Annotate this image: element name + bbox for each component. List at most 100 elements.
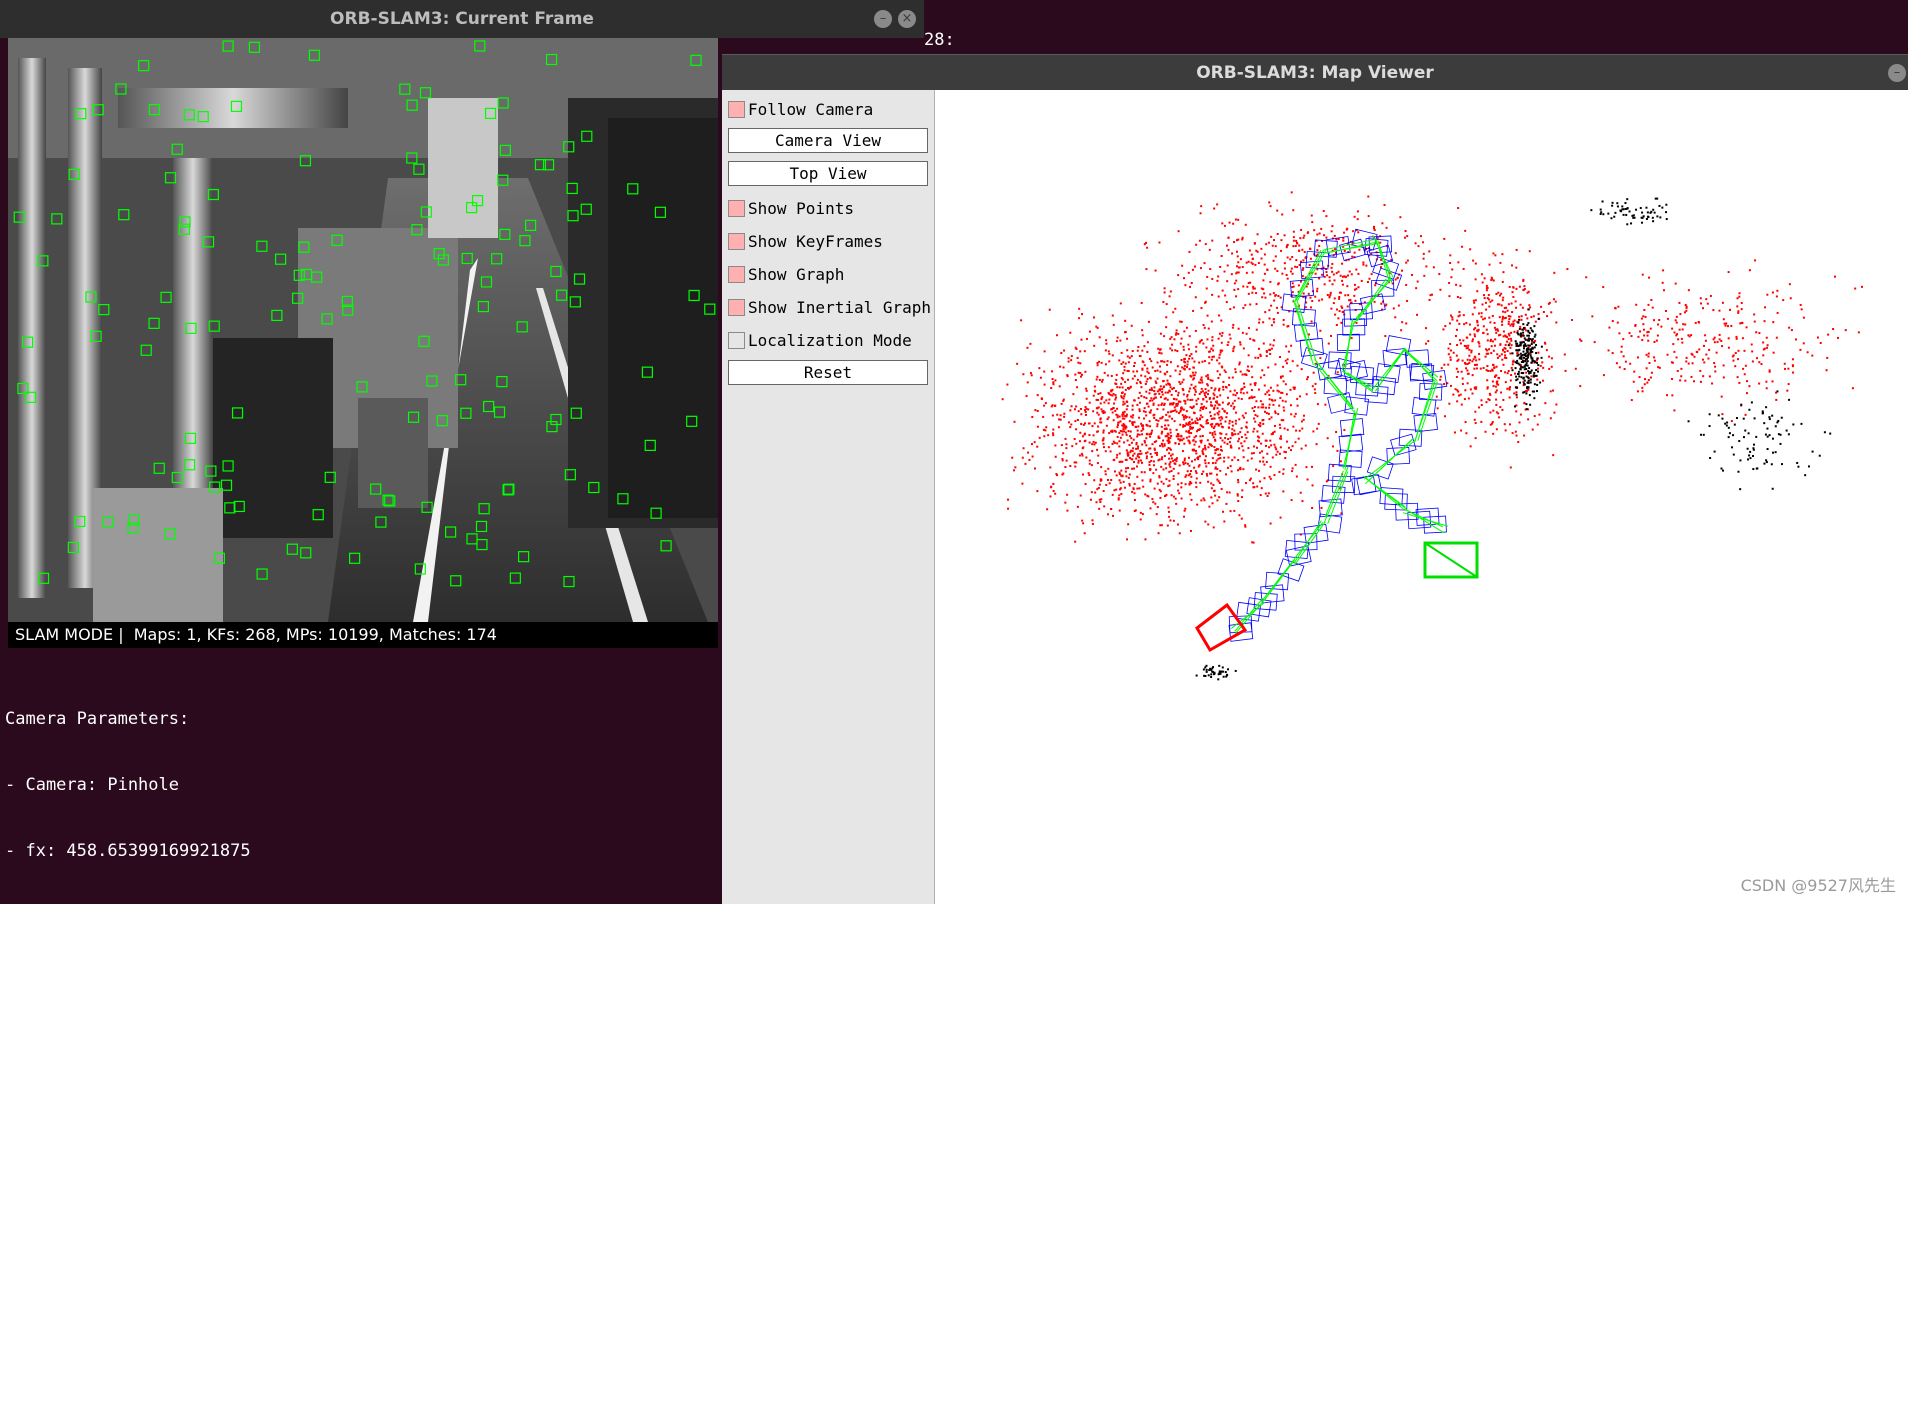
map-viewer-titlebar[interactable]: ORB-SLAM3: Map Viewer – [722, 54, 1908, 91]
map-point [1449, 262, 1452, 265]
control-panel: Follow Camera Camera View Top View Show … [722, 90, 935, 904]
show-keyframes-toggle[interactable]: Show KeyFrames [728, 230, 883, 252]
map-point [1281, 213, 1284, 216]
map-point [1344, 294, 1347, 297]
map-point [1425, 265, 1428, 268]
map-point [1145, 414, 1148, 417]
follow-camera-toggle[interactable]: Follow Camera [728, 98, 873, 120]
map-point [1239, 258, 1242, 261]
map-point [1220, 445, 1223, 448]
map-point [1151, 498, 1154, 501]
minimize-button[interactable]: – [874, 10, 892, 28]
map-point [1140, 374, 1143, 377]
map-point [1058, 385, 1061, 388]
map-point [1644, 315, 1647, 318]
map-point [1222, 385, 1225, 388]
map-canvas[interactable] [935, 90, 1908, 904]
map-point [1016, 362, 1019, 365]
show-graph-toggle[interactable]: Show Graph [728, 263, 844, 285]
map-point [1676, 370, 1679, 373]
map-point [1148, 420, 1151, 423]
active-map-point [1531, 390, 1534, 393]
map-point [1166, 360, 1169, 363]
map-point [1318, 299, 1321, 302]
map-point [1499, 406, 1502, 409]
map-point [1343, 249, 1346, 252]
map-point [1252, 430, 1255, 433]
active-map-point [1733, 423, 1736, 426]
map-point [1184, 483, 1187, 486]
map-point [1449, 356, 1452, 359]
map-point [1219, 419, 1222, 422]
param-line: - fps: 20 [5, 1369, 98, 1389]
map-point [1262, 406, 1265, 409]
map-point [1131, 467, 1134, 470]
map-point [1645, 367, 1648, 370]
current-frame-titlebar[interactable]: ORB-SLAM3: Current Frame – × [0, 0, 924, 38]
map-point [1660, 325, 1663, 328]
map-point [1350, 301, 1353, 304]
map-point [1168, 470, 1171, 473]
reset-button[interactable]: Reset [728, 360, 928, 385]
map-point [1570, 318, 1573, 321]
map-point [1220, 449, 1223, 452]
map-point [1074, 373, 1077, 376]
map-point [1093, 443, 1096, 446]
map-point [1232, 323, 1235, 326]
map-point [1738, 295, 1741, 298]
map-point [1284, 457, 1287, 460]
map-point [1700, 302, 1703, 305]
map-point [1177, 333, 1180, 336]
active-map-point [1522, 391, 1525, 394]
map-point [1092, 410, 1095, 413]
map-point [1593, 341, 1596, 344]
map-point [1215, 459, 1218, 462]
active-map-point [1818, 454, 1821, 457]
map-point [1405, 283, 1408, 286]
map-point [1510, 339, 1513, 342]
map-point [1647, 355, 1650, 358]
map-point [1531, 428, 1534, 431]
map-point [1036, 394, 1039, 397]
watermark: CSDN @9527风先生 [1740, 876, 1896, 895]
map-point [1794, 338, 1797, 341]
camera-view-button[interactable]: Camera View [728, 128, 928, 153]
map-point [1116, 414, 1119, 417]
active-map-point [1519, 334, 1522, 337]
show-points-toggle[interactable]: Show Points [728, 197, 854, 219]
map-point [1285, 440, 1288, 443]
map-point [1180, 486, 1183, 489]
map-point [1104, 473, 1107, 476]
map-point [1126, 538, 1129, 541]
map-point [1192, 374, 1195, 377]
close-button[interactable]: × [898, 10, 916, 28]
map-point [1140, 386, 1143, 389]
map-point [1155, 382, 1158, 385]
show-inertial-graph-toggle[interactable]: Show Inertial Graph [728, 296, 931, 318]
map-point [1271, 399, 1274, 402]
map-3d-view[interactable] [935, 90, 1908, 904]
map-point [1701, 307, 1704, 310]
map-point [1502, 398, 1505, 401]
map-point [1263, 272, 1266, 275]
map-point [1188, 390, 1191, 393]
map-point [1675, 356, 1678, 359]
map-point [1195, 472, 1198, 475]
minimize-button[interactable]: – [1888, 64, 1906, 82]
active-map-point [1205, 670, 1208, 673]
map-point [1026, 346, 1029, 349]
map-point [1093, 385, 1096, 388]
map-point [1282, 472, 1285, 475]
map-point [1502, 271, 1505, 274]
map-point [1213, 413, 1216, 416]
map-point [1214, 452, 1217, 455]
top-view-button[interactable]: Top View [728, 161, 928, 186]
map-point [1115, 373, 1118, 376]
map-point [1425, 327, 1428, 330]
map-point [1397, 304, 1400, 307]
active-map-point [1527, 356, 1530, 359]
map-point [1204, 459, 1207, 462]
map-point [1050, 405, 1053, 408]
localization-mode-toggle[interactable]: Localization Mode [728, 329, 912, 351]
map-point [1022, 447, 1025, 450]
